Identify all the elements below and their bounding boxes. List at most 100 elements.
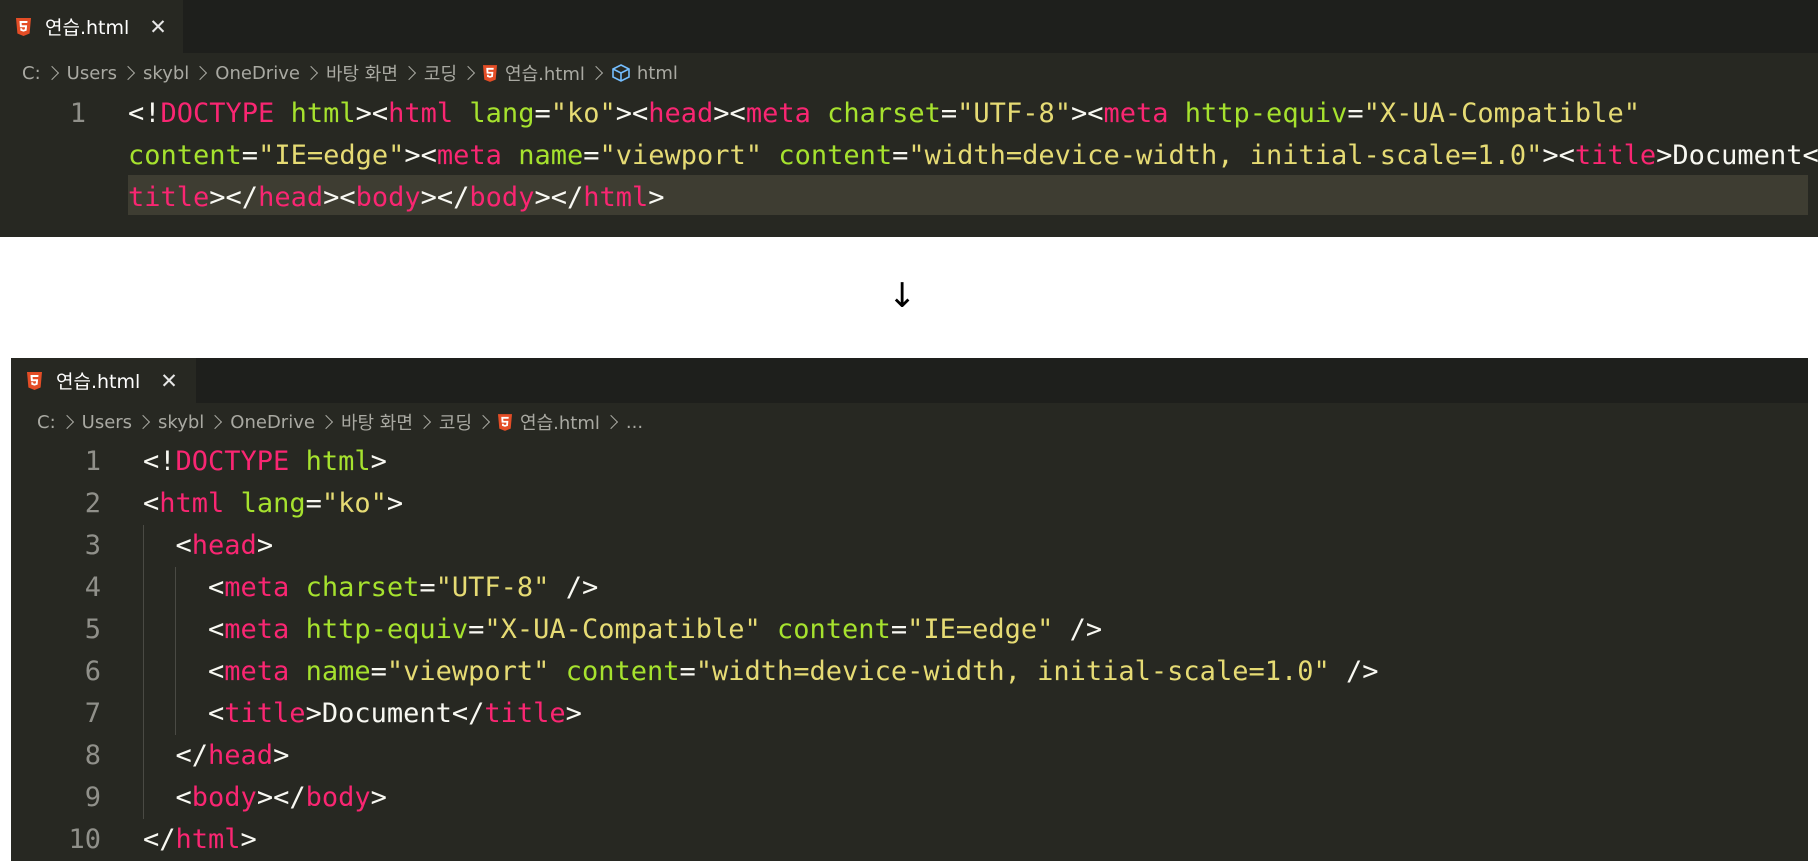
close-icon[interactable]: ✕ bbox=[149, 15, 167, 39]
token-p: >< bbox=[1070, 98, 1104, 129]
token-attr: lang bbox=[240, 488, 306, 519]
breadcrumb-item[interactable]: Users bbox=[82, 412, 132, 433]
line-content: content="IE=edge"><meta name="viewport" … bbox=[128, 135, 1818, 177]
token-p: </ bbox=[143, 824, 176, 855]
token-p: > bbox=[273, 740, 290, 771]
token-p: < bbox=[143, 698, 225, 729]
token-str: "ko" bbox=[321, 488, 387, 519]
html5-icon bbox=[498, 413, 513, 431]
breadcrumb-item[interactable]: C: bbox=[22, 63, 41, 84]
tab-file[interactable]: 연습.html ✕ bbox=[11, 358, 196, 403]
breadcrumb-item[interactable]: C: bbox=[37, 412, 56, 433]
line-number: 6 bbox=[84, 656, 101, 687]
token-p: <! bbox=[128, 98, 161, 129]
token-tag: html bbox=[583, 182, 649, 213]
line-content: <html lang="ko"> bbox=[143, 483, 403, 525]
token-p bbox=[1169, 98, 1185, 129]
breadcrumb-item[interactable]: html bbox=[637, 63, 678, 84]
chevron-right-icon bbox=[603, 414, 618, 430]
token-tag: title bbox=[128, 182, 210, 213]
line-content: <meta name="viewport" content="width=dev… bbox=[143, 651, 1379, 693]
token-p: = bbox=[370, 656, 387, 687]
token-attr: content bbox=[777, 614, 891, 645]
token-str: "ko" bbox=[550, 98, 616, 129]
token-tag: meta bbox=[1103, 98, 1169, 129]
breadcrumb-item[interactable]: 바탕 화면 bbox=[341, 409, 413, 435]
chevron-right-icon bbox=[135, 414, 151, 430]
token-str: "IE=edge" bbox=[258, 140, 405, 171]
token-tag: meta bbox=[224, 614, 290, 645]
code-area[interactable]: 1 <!DOCTYPE html> 2 <html lang="ko"> 3 <head… bbox=[11, 441, 1808, 861]
token-p bbox=[274, 98, 290, 129]
token-p: ></ bbox=[256, 782, 306, 813]
line-content: <!DOCTYPE html> bbox=[143, 441, 387, 483]
token-p bbox=[289, 656, 305, 687]
breadcrumb-item[interactable]: skybl bbox=[158, 412, 204, 433]
breadcrumb-item[interactable]: skybl bbox=[143, 63, 189, 84]
breadcrumb-item[interactable]: 코딩 bbox=[439, 409, 472, 435]
breadcrumb-item[interactable]: 연습.html bbox=[520, 409, 600, 435]
breadcrumb-item[interactable]: 바탕 화면 bbox=[326, 60, 398, 86]
tab-file[interactable]: 연습.html ✕ bbox=[0, 0, 183, 53]
chevron-right-icon bbox=[416, 414, 431, 430]
token-tag: head bbox=[258, 182, 324, 213]
token-p: /> bbox=[1329, 656, 1379, 687]
line-content: <meta http-equiv="X-UA-Compatible" conte… bbox=[143, 609, 1102, 651]
line-number: 5 bbox=[84, 614, 101, 645]
html5-icon bbox=[483, 64, 498, 82]
token-p: > bbox=[565, 698, 582, 729]
line-number: 3 bbox=[84, 530, 101, 561]
token-p: < bbox=[143, 782, 192, 813]
line-number: 9 bbox=[84, 782, 101, 813]
token-p: </ bbox=[143, 740, 209, 771]
token-p: > bbox=[256, 530, 274, 561]
breadcrumb-item[interactable]: OneDrive bbox=[215, 63, 300, 84]
token-p: > bbox=[370, 446, 387, 477]
token-tag: title bbox=[224, 698, 306, 729]
breadcrumb-item[interactable]: OneDrive bbox=[230, 412, 315, 433]
code-line: 4 <meta charset="UTF-8" /> bbox=[11, 567, 1808, 609]
token-p: = bbox=[1347, 98, 1364, 129]
breadcrumb-item[interactable]: 연습.html bbox=[505, 60, 585, 86]
tab-label: 연습.html bbox=[45, 17, 130, 39]
code-line: 3 <head> bbox=[11, 525, 1808, 567]
token-p: > bbox=[370, 782, 387, 813]
chevron-right-icon bbox=[460, 65, 476, 81]
line-number: 10 bbox=[68, 824, 101, 855]
token-tag: title bbox=[1574, 140, 1657, 171]
code-line: 9 <body></body> bbox=[11, 777, 1808, 819]
token-tag: head bbox=[191, 530, 257, 561]
token-attr: charset bbox=[827, 98, 941, 129]
token-p: > bbox=[648, 182, 665, 213]
token-p bbox=[224, 488, 240, 519]
token-p bbox=[762, 140, 778, 171]
code-line: 5 <meta http-equiv="X-UA-Compatible" con… bbox=[11, 609, 1808, 651]
close-icon[interactable]: ✕ bbox=[160, 369, 178, 393]
token-p bbox=[761, 614, 777, 645]
breadcrumb-item[interactable]: ... bbox=[626, 412, 643, 433]
token-p: = bbox=[241, 140, 259, 171]
token-p: >< bbox=[1542, 140, 1575, 171]
token-p: < bbox=[143, 488, 160, 519]
token-p: ></ bbox=[420, 182, 470, 213]
code-line: content="IE=edge"><meta name="viewport" … bbox=[0, 135, 1818, 177]
token-p: >< bbox=[404, 140, 437, 171]
token-str: "IE=edge" bbox=[907, 614, 1054, 645]
breadcrumb-item[interactable]: 코딩 bbox=[424, 60, 457, 86]
token-str: "X-UA-Compatible" bbox=[484, 614, 761, 645]
indent-guide bbox=[143, 525, 144, 819]
token-tag: meta bbox=[745, 98, 811, 129]
chevron-right-icon bbox=[588, 65, 603, 81]
token-attr: charset bbox=[305, 572, 420, 603]
token-p: = bbox=[305, 488, 322, 519]
code-line: 2 <html lang="ko"> bbox=[11, 483, 1808, 525]
line-content: title></head><body></body></html> bbox=[128, 177, 665, 219]
token-tag: body bbox=[305, 782, 371, 813]
code-area[interactable]: 1 <!DOCTYPE html><html lang="ko"><head><m… bbox=[0, 93, 1818, 219]
line-content: <title>Document</title> bbox=[143, 693, 582, 735]
token-p: > bbox=[1656, 140, 1673, 171]
token-attr: http-equiv bbox=[1184, 98, 1348, 129]
breadcrumb-item[interactable]: Users bbox=[67, 63, 117, 84]
line-content: </html> bbox=[143, 819, 257, 861]
chevron-right-icon bbox=[44, 65, 59, 81]
